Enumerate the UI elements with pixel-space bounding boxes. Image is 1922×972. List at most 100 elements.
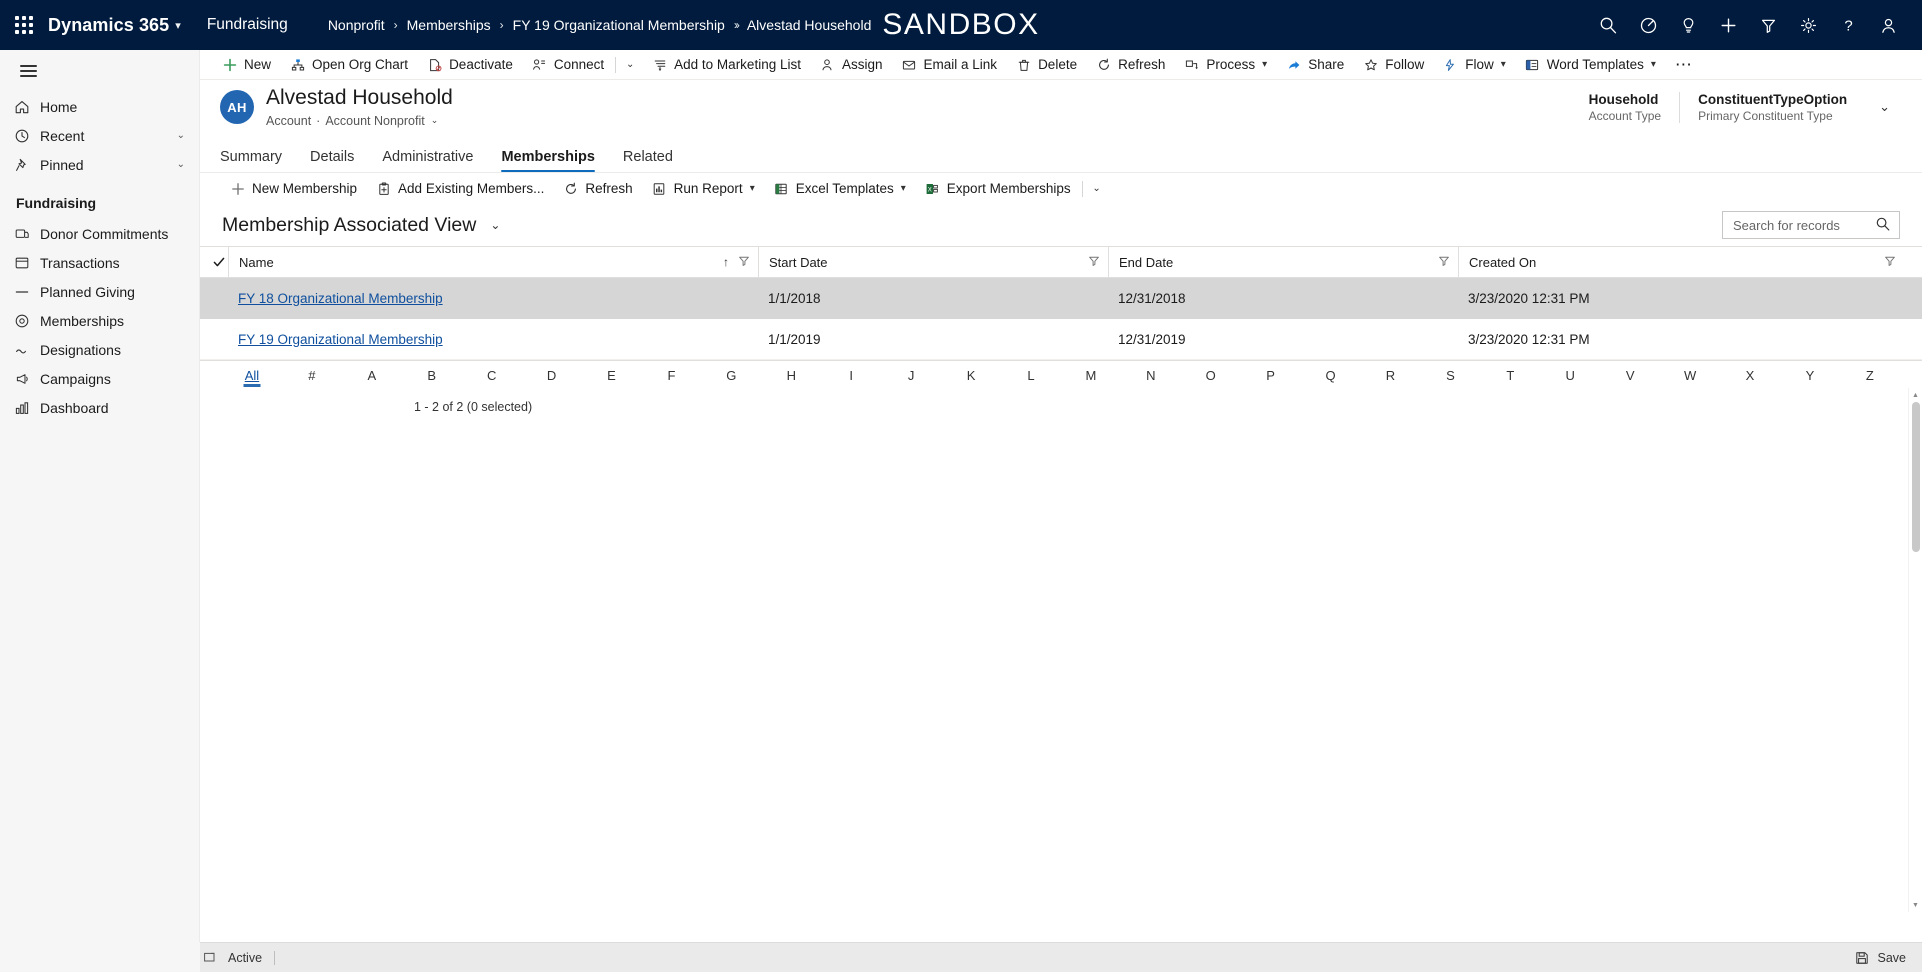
vertical-scrollbar[interactable]: ▲ ▼	[1908, 388, 1922, 912]
follow-button[interactable]: Follow	[1353, 50, 1433, 79]
alphabet-filter-i[interactable]: I	[821, 361, 881, 391]
alphabet-filter-k[interactable]: K	[941, 361, 1001, 391]
table-row[interactable]: FY 18 Organizational Membership 1/1/2018…	[200, 277, 1922, 319]
view-selector-chevron-down-icon[interactable]: ⌄	[490, 218, 500, 232]
export-memberships-button[interactable]: X Export Memberships	[915, 174, 1080, 204]
lightbulb-icon[interactable]	[1668, 0, 1708, 50]
tab-summary[interactable]: Summary	[220, 149, 282, 172]
alphabet-filter-j[interactable]: J	[881, 361, 941, 391]
help-icon[interactable]: ?	[1828, 0, 1868, 50]
column-filter-icon[interactable]	[1088, 255, 1100, 270]
scrollbar-thumb[interactable]	[1912, 402, 1920, 552]
form-selector-chevron-down-icon[interactable]: ⌄	[431, 115, 439, 126]
grid-scroll-container[interactable]: Name ↑ Start Date End Date Created On FY…	[200, 246, 1922, 942]
sidebar-item-planned-giving[interactable]: Planned Giving	[0, 277, 199, 306]
alphabet-filter-hash[interactable]: #	[282, 361, 342, 391]
subgrid-refresh-button[interactable]: Refresh	[553, 174, 641, 204]
alphabet-filter-w[interactable]: W	[1660, 361, 1720, 391]
new-button[interactable]: New	[212, 50, 280, 79]
sidebar-item-pinned[interactable]: Pinned ⌄	[0, 150, 199, 179]
new-membership-button[interactable]: New Membership	[220, 174, 366, 204]
command-overflow-button[interactable]: ⋯	[1665, 56, 1703, 73]
sidebar-item-recent[interactable]: Recent ⌄	[0, 121, 199, 150]
subgrid-overflow-button[interactable]: ⌄	[1085, 174, 1109, 204]
alphabet-filter-z[interactable]: Z	[1840, 361, 1900, 391]
save-button[interactable]: Save	[1852, 951, 1906, 965]
alphabet-filter-n[interactable]: N	[1121, 361, 1181, 391]
row-select-cell[interactable]	[200, 318, 228, 360]
cell-name[interactable]: FY 19 Organizational Membership	[228, 318, 758, 360]
alphabet-filter-s[interactable]: S	[1420, 361, 1480, 391]
sidebar-item-designations[interactable]: Designations	[0, 335, 199, 364]
scroll-up-arrow-icon[interactable]: ▲	[1909, 388, 1922, 402]
row-select-cell[interactable]	[200, 277, 228, 319]
search-icon[interactable]	[1588, 0, 1628, 50]
header-expand-chevron-down-icon[interactable]: ⌄	[1865, 99, 1902, 115]
alphabet-filter-q[interactable]: Q	[1301, 361, 1361, 391]
checkmark-icon[interactable]	[200, 247, 228, 277]
alphabet-filter-d[interactable]: D	[522, 361, 582, 391]
column-header-name[interactable]: Name ↑	[228, 246, 758, 278]
sidebar-item-campaigns[interactable]: Campaigns	[0, 364, 199, 393]
excel-templates-button[interactable]: Excel Templates ▾	[764, 174, 915, 204]
alphabet-filter-t[interactable]: T	[1480, 361, 1540, 391]
alphabet-filter-b[interactable]: B	[402, 361, 462, 391]
email-a-link-button[interactable]: Email a Link	[892, 50, 1007, 79]
sidebar-item-donor-commitments[interactable]: Donor Commitments	[0, 219, 199, 248]
resize-icon[interactable]	[200, 951, 220, 965]
add-to-marketing-list-button[interactable]: Add to Marketing List	[642, 50, 810, 79]
column-header-start-date[interactable]: Start Date	[758, 246, 1108, 278]
flow-button[interactable]: Flow ▾	[1433, 50, 1515, 79]
tab-related[interactable]: Related	[623, 149, 673, 172]
record-link[interactable]: FY 19 Organizational Membership	[238, 332, 443, 347]
alphabet-filter-c[interactable]: C	[462, 361, 522, 391]
deactivate-button[interactable]: Deactivate	[417, 50, 522, 79]
user-avatar-icon[interactable]	[1868, 0, 1908, 50]
table-row[interactable]: FY 19 Organizational Membership 1/1/2019…	[200, 318, 1922, 360]
alphabet-filter-all[interactable]: All	[222, 361, 282, 391]
search-input[interactable]	[1733, 217, 1875, 233]
refresh-button[interactable]: Refresh	[1086, 50, 1174, 79]
share-button[interactable]: Share	[1276, 50, 1353, 79]
column-header-created-on[interactable]: Created On	[1458, 246, 1922, 278]
header-field-account-type[interactable]: Household Account Type	[1571, 92, 1680, 123]
tab-administrative[interactable]: Administrative	[382, 149, 473, 172]
process-button[interactable]: Process ▾	[1174, 50, 1276, 79]
sidebar-item-memberships[interactable]: Memberships	[0, 306, 199, 335]
record-link[interactable]: FY 18 Organizational Membership	[238, 291, 443, 306]
alphabet-filter-r[interactable]: R	[1361, 361, 1421, 391]
sidebar-item-home[interactable]: Home	[0, 92, 199, 121]
select-all-header[interactable]	[200, 246, 228, 278]
connect-button[interactable]: Connect	[522, 50, 613, 79]
column-header-end-date[interactable]: End Date	[1108, 246, 1458, 278]
alphabet-filter-e[interactable]: E	[582, 361, 642, 391]
alphabet-filter-y[interactable]: Y	[1780, 361, 1840, 391]
filter-icon[interactable]	[1748, 0, 1788, 50]
column-filter-icon[interactable]	[1438, 255, 1450, 270]
alphabet-filter-p[interactable]: P	[1241, 361, 1301, 391]
alphabet-filter-g[interactable]: G	[701, 361, 761, 391]
header-field-primary-constituent-type[interactable]: ConstituentTypeOption Primary Constituen…	[1679, 91, 1865, 123]
sort-ascending-icon[interactable]: ↑	[723, 255, 729, 269]
alphabet-filter-f[interactable]: F	[641, 361, 701, 391]
delete-button[interactable]: Delete	[1006, 50, 1086, 79]
alphabet-filter-l[interactable]: L	[1001, 361, 1061, 391]
sitemap-toggle-button[interactable]	[0, 50, 199, 92]
quick-create-icon[interactable]	[1708, 0, 1748, 50]
search-icon[interactable]	[1875, 216, 1891, 235]
connect-split-caret-button[interactable]: ⌄	[618, 50, 642, 79]
column-filter-icon[interactable]	[1884, 255, 1896, 270]
breadcrumb-item-fy19-membership[interactable]: FY 19 Organizational Membership	[513, 17, 725, 33]
alphabet-filter-u[interactable]: U	[1540, 361, 1600, 391]
alphabet-filter-h[interactable]: H	[761, 361, 821, 391]
add-existing-members-button[interactable]: Add Existing Members...	[366, 174, 553, 204]
app-name-link[interactable]: Fundraising	[207, 16, 288, 34]
scroll-down-arrow-icon[interactable]: ▼	[1909, 898, 1922, 912]
sidebar-item-dashboard[interactable]: Dashboard	[0, 393, 199, 422]
alphabet-filter-a[interactable]: A	[342, 361, 402, 391]
alphabet-filter-v[interactable]: V	[1600, 361, 1660, 391]
tab-details[interactable]: Details	[310, 149, 354, 172]
alphabet-filter-x[interactable]: X	[1720, 361, 1780, 391]
run-report-button[interactable]: Run Report ▾	[642, 174, 764, 204]
assign-button[interactable]: Assign	[810, 50, 892, 79]
